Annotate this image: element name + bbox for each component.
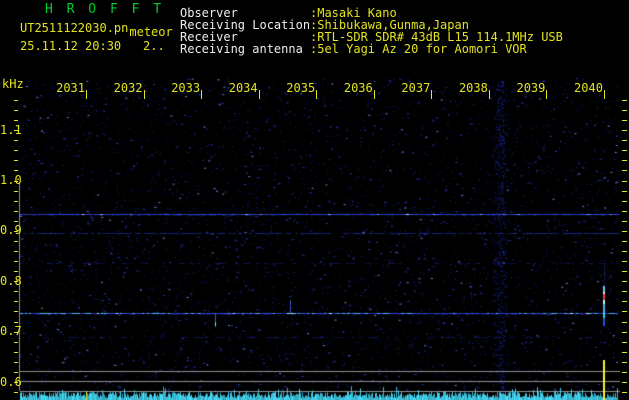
freq-tick-mark-right <box>622 200 627 202</box>
time-tick-label: 2037 <box>401 81 431 95</box>
freq-tick-mark-right <box>622 150 627 152</box>
time-tick-mark <box>546 90 548 99</box>
freq-tick-mark-left <box>14 170 18 172</box>
freq-tick-mark-left <box>14 251 18 253</box>
freq-tick-mark-left <box>14 392 18 394</box>
freq-tick-label: 0.9 <box>0 223 22 238</box>
freq-tick-mark-right <box>622 170 627 172</box>
freq-tick-mark-left <box>14 301 18 303</box>
freq-tick-mark-left <box>14 331 18 333</box>
freq-tick-label: 1.0 <box>0 173 22 187</box>
hrofft-output-image: H R O F F T UT2511122030.pnmeteor 25.11.… <box>0 0 629 400</box>
freq-tick-mark-right <box>622 331 627 333</box>
freq-tick-mark-right <box>622 100 627 101</box>
freq-tick-mark-left <box>14 120 18 122</box>
time-tick-mark <box>258 90 260 99</box>
freq-tick-label: 1.1 <box>0 122 22 137</box>
freq-tick-mark-left <box>14 100 18 101</box>
output-filename: UT2511122030.pn <box>20 21 129 35</box>
freq-tick-mark-right <box>622 301 627 303</box>
freq-tick-mark-right <box>622 392 627 394</box>
datetime-label: 25.11.12 20:30 <box>20 39 122 53</box>
freq-tick-mark-right <box>622 341 627 343</box>
time-tick-label: 2038 <box>458 81 488 95</box>
freq-tick-mark-right <box>622 271 627 273</box>
time-tick-mark <box>316 90 318 99</box>
freq-tick-label: 0.7 <box>0 324 22 339</box>
freq-tick-mark-right <box>622 251 627 253</box>
time-tick-mark <box>431 90 433 99</box>
freq-tick-mark-left <box>14 381 18 383</box>
spectrogram-canvas <box>0 0 629 400</box>
echo-counter: 2.. <box>143 39 165 53</box>
station-field-value: :5el Yagi Az 20 for Aomori VOR <box>310 42 527 56</box>
freq-tick-mark-right <box>622 220 627 222</box>
freq-tick-mark-right <box>622 210 627 212</box>
app-title: H R O F F T <box>45 2 165 17</box>
freq-tick-mark-left <box>14 180 18 182</box>
station-field-label: Receiving antenna <box>180 42 303 56</box>
time-tick-label: 2032 <box>113 81 143 95</box>
freq-tick-mark-left <box>14 341 18 343</box>
band-label: meteor <box>129 25 173 39</box>
time-tick-mark <box>488 90 490 99</box>
freq-tick-label: 0.6 <box>0 374 22 389</box>
freq-tick-label: 0.8 <box>0 273 22 288</box>
time-tick-label: 2031 <box>56 81 85 95</box>
time-tick-mark <box>373 90 375 99</box>
freq-tick-mark-right <box>622 140 627 142</box>
freq-tick-mark-right <box>622 321 627 323</box>
freq-tick-mark-left <box>14 190 18 192</box>
freq-tick-mark-right <box>622 281 627 283</box>
freq-tick-mark-right <box>622 110 627 112</box>
freq-tick-mark-left <box>14 150 18 152</box>
time-tick-label: 2036 <box>343 81 373 95</box>
freq-tick-mark-right <box>622 230 627 232</box>
freq-tick-mark-left <box>14 361 18 363</box>
freq-tick-mark-left <box>14 281 18 283</box>
time-tick-mark <box>86 90 87 99</box>
freq-tick-mark-right <box>622 381 627 383</box>
freq-tick-mark-left <box>14 240 18 242</box>
freq-tick-mark-left <box>14 261 18 263</box>
time-tick-mark <box>143 90 145 99</box>
freq-tick-mark-right <box>622 361 627 363</box>
freq-tick-mark-left <box>14 210 18 212</box>
freq-tick-mark-right <box>622 351 627 353</box>
freq-tick-mark-right <box>622 160 627 162</box>
freq-tick-mark-left <box>14 140 18 142</box>
freq-tick-mark-right <box>622 261 627 263</box>
time-tick-label: 2035 <box>286 81 316 95</box>
freq-tick-mark-left <box>14 110 18 112</box>
freq-tick-mark-left <box>14 230 18 232</box>
freq-tick-mark-left <box>14 271 18 273</box>
freq-tick-mark-right <box>622 130 627 132</box>
freq-tick-mark-right <box>622 311 627 313</box>
freq-tick-mark-right <box>622 190 627 192</box>
freq-tick-mark-right <box>622 240 627 242</box>
filename-row: UT2511122030.pnmeteor <box>20 21 173 38</box>
freq-tick-mark-left <box>14 321 18 323</box>
freq-tick-mark-left <box>14 371 18 373</box>
freq-tick-mark-left <box>14 160 18 162</box>
freq-tick-mark-right <box>622 180 627 182</box>
time-tick-label: 2040 <box>574 81 603 95</box>
time-tick-mark <box>201 90 203 99</box>
freq-tick-mark-left <box>14 220 18 222</box>
freq-tick-mark-left <box>14 351 18 353</box>
freq-tick-mark-left <box>14 311 18 313</box>
freq-tick-mark-right <box>622 291 627 293</box>
time-tick-label: 2039 <box>516 81 546 95</box>
freq-tick-mark-right <box>622 120 627 122</box>
freq-tick-mark-left <box>14 130 18 132</box>
freq-unit-label: kHz <box>2 77 24 91</box>
freq-tick-mark-left <box>14 291 18 293</box>
freq-tick-mark-right <box>622 371 627 373</box>
time-tick-label: 2034 <box>228 81 258 95</box>
freq-tick-mark-left <box>14 200 18 202</box>
time-tick-mark <box>603 90 605 99</box>
time-tick-label: 2033 <box>171 81 201 95</box>
